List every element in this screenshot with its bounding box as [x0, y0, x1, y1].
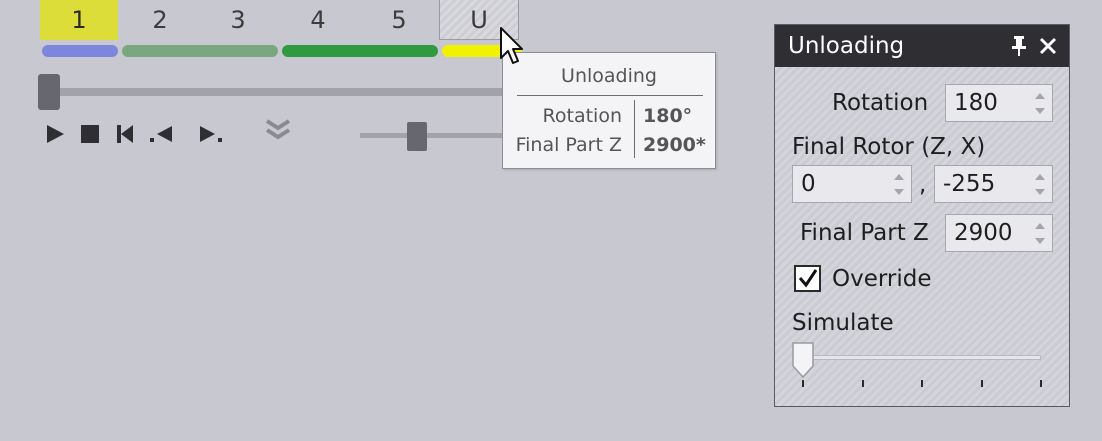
step-back-button[interactable] [146, 120, 176, 148]
step-tabs: 1 2 3 4 5 U [40, 0, 540, 60]
skip-to-start-button[interactable] [110, 120, 140, 148]
simulate-tick [1040, 380, 1042, 387]
speed-slider-thumb[interactable] [407, 122, 427, 151]
final-part-z-label: Final Part Z [800, 220, 929, 246]
final-part-z-spinbox[interactable]: 2900 [945, 214, 1053, 252]
final-part-z-value: 2900 [954, 220, 1013, 246]
final-rotor-x-spinbox[interactable]: -255 [934, 165, 1053, 203]
panel-title: Unloading [788, 33, 905, 59]
chevron-down-icon [1035, 188, 1045, 195]
step-tab-label: 4 [310, 6, 326, 34]
chevron-up-icon [1035, 92, 1045, 99]
final-rotor-z-increment-button[interactable] [891, 169, 907, 184]
rotation-spinbox[interactable]: 180 [945, 84, 1053, 122]
skip-to-start-icon [117, 125, 133, 143]
override-checkbox[interactable] [794, 265, 821, 292]
final-rotor-label: Final Rotor (Z, X) [792, 134, 986, 160]
tooltip-rotation-value: 180° [643, 105, 693, 127]
final-part-z-increment-button[interactable] [1032, 218, 1048, 233]
collapse-chevrons-icon [265, 119, 291, 140]
stop-icon [81, 125, 99, 143]
chevron-down-icon [894, 188, 904, 195]
simulate-tick [862, 380, 864, 387]
step-back-icon [150, 126, 172, 142]
tooltip-rotation-label: Rotation [542, 105, 622, 127]
chevron-up-icon [1035, 222, 1045, 229]
tooltip-column-divider [634, 100, 635, 158]
simulate-tick [981, 380, 983, 387]
rotation-increment-button[interactable] [1032, 88, 1048, 103]
checkmark-icon [798, 269, 818, 288]
final-rotor-z-spinbox[interactable]: 0 [792, 165, 912, 203]
timeline-slider-thumb[interactable] [38, 74, 60, 110]
tooltip-title: Unloading [561, 65, 657, 87]
final-rotor-z-decrement-button[interactable] [891, 184, 907, 199]
step-tab-label: 2 [152, 6, 168, 34]
simulate-slider-thumb[interactable] [792, 342, 814, 378]
chevron-down-icon [1035, 107, 1045, 114]
simulate-label: Simulate [792, 310, 894, 336]
final-part-z-decrement-button[interactable] [1032, 233, 1048, 248]
final-rotor-x-decrement-button[interactable] [1032, 184, 1048, 199]
timeline-slider-track[interactable] [40, 88, 510, 96]
panel-header: Unloading [775, 25, 1069, 67]
step-tab-5[interactable]: 5 [360, 0, 438, 40]
step-bar-4-5 [282, 45, 438, 57]
step-tab-1[interactable]: 1 [40, 0, 118, 40]
step-tab-2[interactable]: 2 [122, 0, 198, 40]
rotation-decrement-button[interactable] [1032, 103, 1048, 118]
final-rotor-x-value: -255 [943, 171, 996, 197]
play-icon [47, 125, 64, 143]
step-tab-label: U [470, 5, 488, 34]
simulate-tick [921, 380, 923, 387]
chevron-up-icon [1035, 173, 1045, 180]
final-rotor-z-value: 0 [801, 171, 816, 197]
step-bar-2-3 [122, 45, 278, 57]
unloading-panel: Unloading Rotation 180 Final Rotor (Z, X… [774, 24, 1070, 407]
rotation-label: Rotation [832, 90, 929, 116]
final-rotor-x-increment-button[interactable] [1032, 169, 1048, 184]
tooltip-divider [517, 95, 703, 96]
step-tab-3[interactable]: 3 [200, 0, 276, 40]
simulate-tick [802, 380, 804, 387]
simulate-slider-track[interactable] [804, 355, 1041, 360]
collapse-button[interactable] [263, 116, 293, 144]
step-tab-label: 5 [391, 6, 407, 34]
final-rotor-separator: , [919, 172, 927, 198]
step-bar-1 [42, 45, 118, 57]
speed-slider-track[interactable] [360, 133, 510, 138]
mouse-cursor-icon [500, 27, 523, 64]
rotation-value: 180 [954, 90, 998, 116]
override-label[interactable]: Override [832, 266, 932, 292]
step-forward-button[interactable] [196, 120, 226, 148]
close-icon[interactable] [1038, 36, 1058, 56]
step-tab-4[interactable]: 4 [280, 0, 356, 40]
pin-icon[interactable] [1010, 35, 1028, 57]
step-forward-icon [200, 126, 222, 142]
stop-button[interactable] [75, 120, 105, 148]
play-button[interactable] [40, 120, 70, 148]
step-tab-label: 1 [71, 6, 87, 34]
step-tab-label: 3 [230, 6, 246, 34]
unloading-tooltip: Unloading Rotation 180° Final Part Z 290… [502, 52, 716, 169]
chevron-up-icon [894, 173, 904, 180]
tooltip-final-part-z-value: 2900* [643, 134, 706, 156]
tooltip-final-part-z-label: Final Part Z [515, 134, 622, 156]
chevron-down-icon [1035, 237, 1045, 244]
